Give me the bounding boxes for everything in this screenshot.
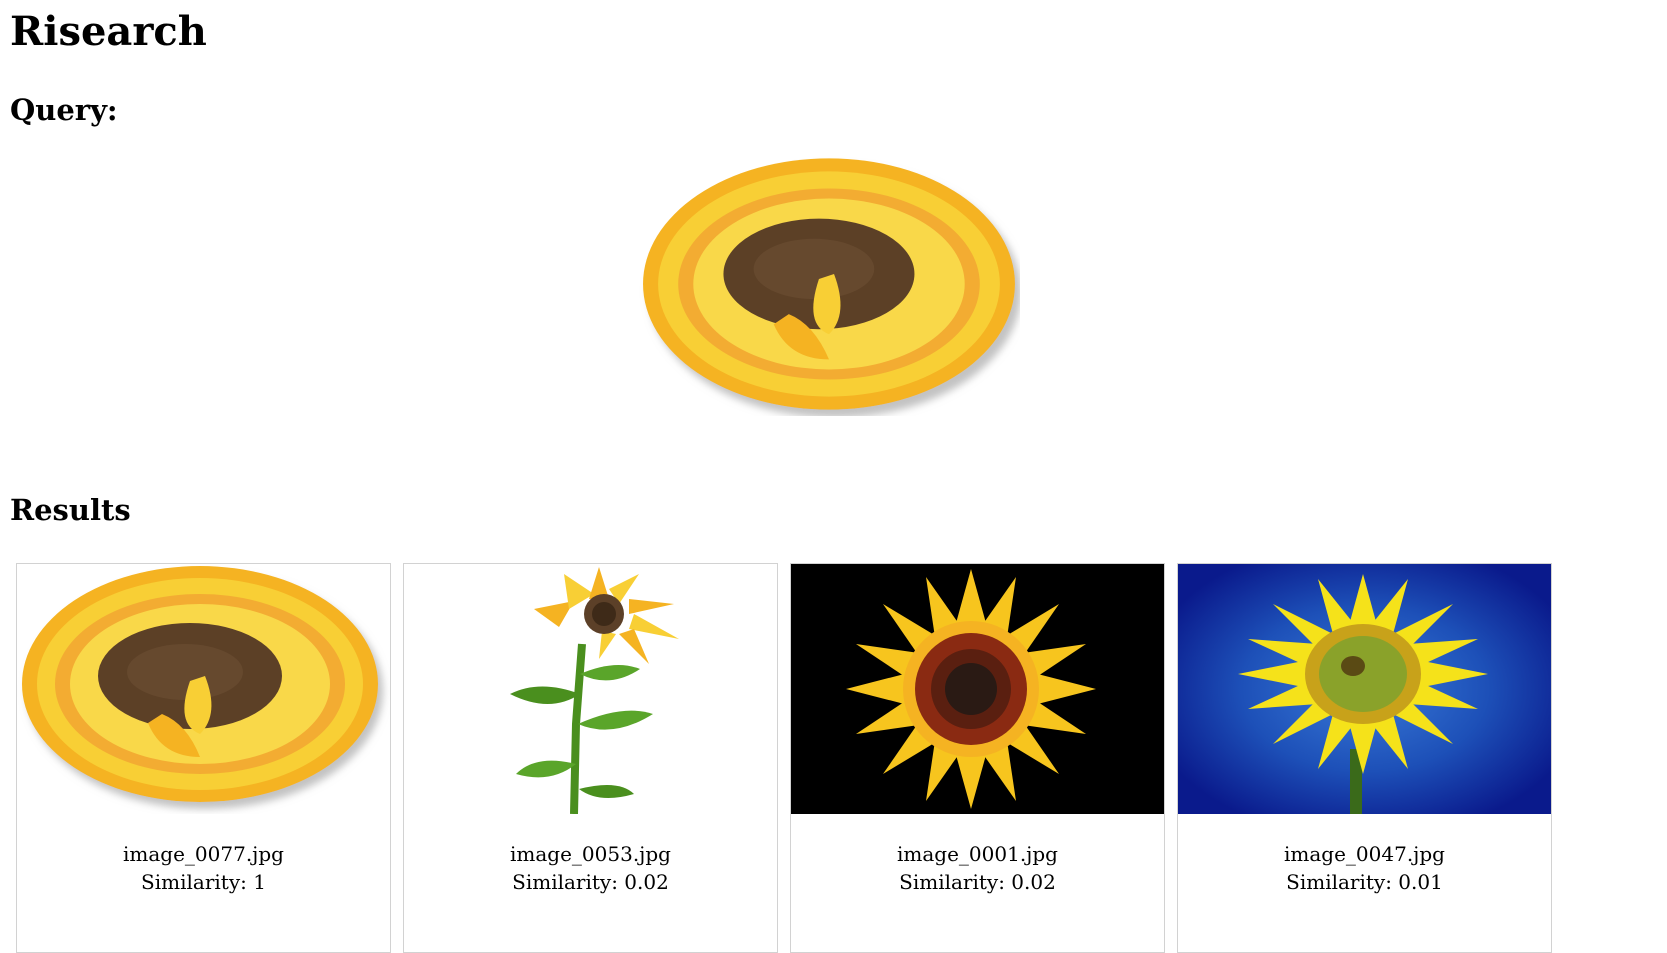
results-grid: image_0077.jpg Similarity: 1 image_0053.… [16, 563, 1576, 953]
result-card[interactable]: image_0077.jpg Similarity: 1 [16, 563, 391, 953]
results-heading: Results [10, 493, 131, 527]
page-title: Risearch [10, 8, 207, 55]
result-similarity: Similarity: 0.02 [512, 870, 669, 894]
result-card[interactable]: image_0047.jpg Similarity: 0.01 [1177, 563, 1552, 953]
result-thumbnail[interactable] [17, 564, 390, 814]
sunflower-head-drawing-image [643, 158, 1015, 410]
result-filename: image_0053.jpg [510, 842, 671, 866]
sunflower-black-background-image [791, 564, 1164, 814]
result-filename: image_0047.jpg [1284, 842, 1445, 866]
result-thumbnail[interactable] [404, 564, 777, 814]
sunflower-head-drawing-image [22, 566, 378, 802]
result-filename: image_0001.jpg [897, 842, 1058, 866]
result-card[interactable]: image_0001.jpg Similarity: 0.02 [790, 563, 1165, 953]
result-card[interactable]: image_0053.jpg Similarity: 0.02 [403, 563, 778, 953]
result-similarity: Similarity: 0.01 [1286, 870, 1443, 894]
query-image [638, 152, 1020, 416]
result-thumbnail[interactable] [1178, 564, 1551, 814]
query-heading: Query: [10, 93, 118, 127]
sunflower-blue-background-image [1178, 564, 1551, 814]
result-similarity: Similarity: 0.02 [899, 870, 1056, 894]
result-similarity: Similarity: 1 [141, 870, 266, 894]
sunflower-stem-image [404, 564, 777, 814]
result-thumbnail[interactable] [791, 564, 1164, 814]
result-filename: image_0077.jpg [123, 842, 284, 866]
